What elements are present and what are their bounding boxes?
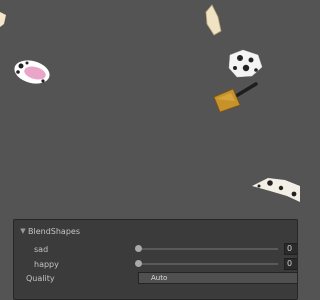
blendshape-row-sad: sad 0 [14, 242, 297, 256]
blendshapes-title: BlendShapes [28, 226, 80, 236]
fragment-top [205, 4, 222, 36]
sad-slider-handle[interactable] [135, 245, 142, 252]
happy-value-field[interactable]: 0 [284, 258, 297, 270]
sad-label: sad [34, 244, 49, 254]
cow-print-block [228, 49, 263, 78]
happy-slider[interactable] [135, 260, 278, 267]
sad-slider[interactable] [135, 245, 278, 252]
cow-print-shard-right [252, 178, 300, 202]
happy-label: happy [34, 259, 59, 269]
quality-dropdown[interactable]: Auto ▼ [138, 272, 297, 284]
cow-pink-shard [14, 60, 50, 84]
blendshape-row-happy: happy 0 [14, 257, 297, 271]
quality-label: Quality [26, 273, 55, 283]
fragment-corner [0, 12, 6, 27]
quality-selected-value: Auto [151, 274, 168, 282]
blendshapes-panel: ▼ BlendShapes sad 0 happy 0 Quality Auto… [13, 219, 298, 300]
cowbell-object [213, 82, 258, 113]
happy-slider-handle[interactable] [135, 260, 142, 267]
foldout-arrow-icon[interactable]: ▼ [18, 227, 28, 235]
sad-value-field[interactable]: 0 [284, 243, 297, 255]
quality-row: Quality Auto ▼ [14, 271, 297, 285]
blendshapes-header[interactable]: ▼ BlendShapes [14, 224, 297, 238]
